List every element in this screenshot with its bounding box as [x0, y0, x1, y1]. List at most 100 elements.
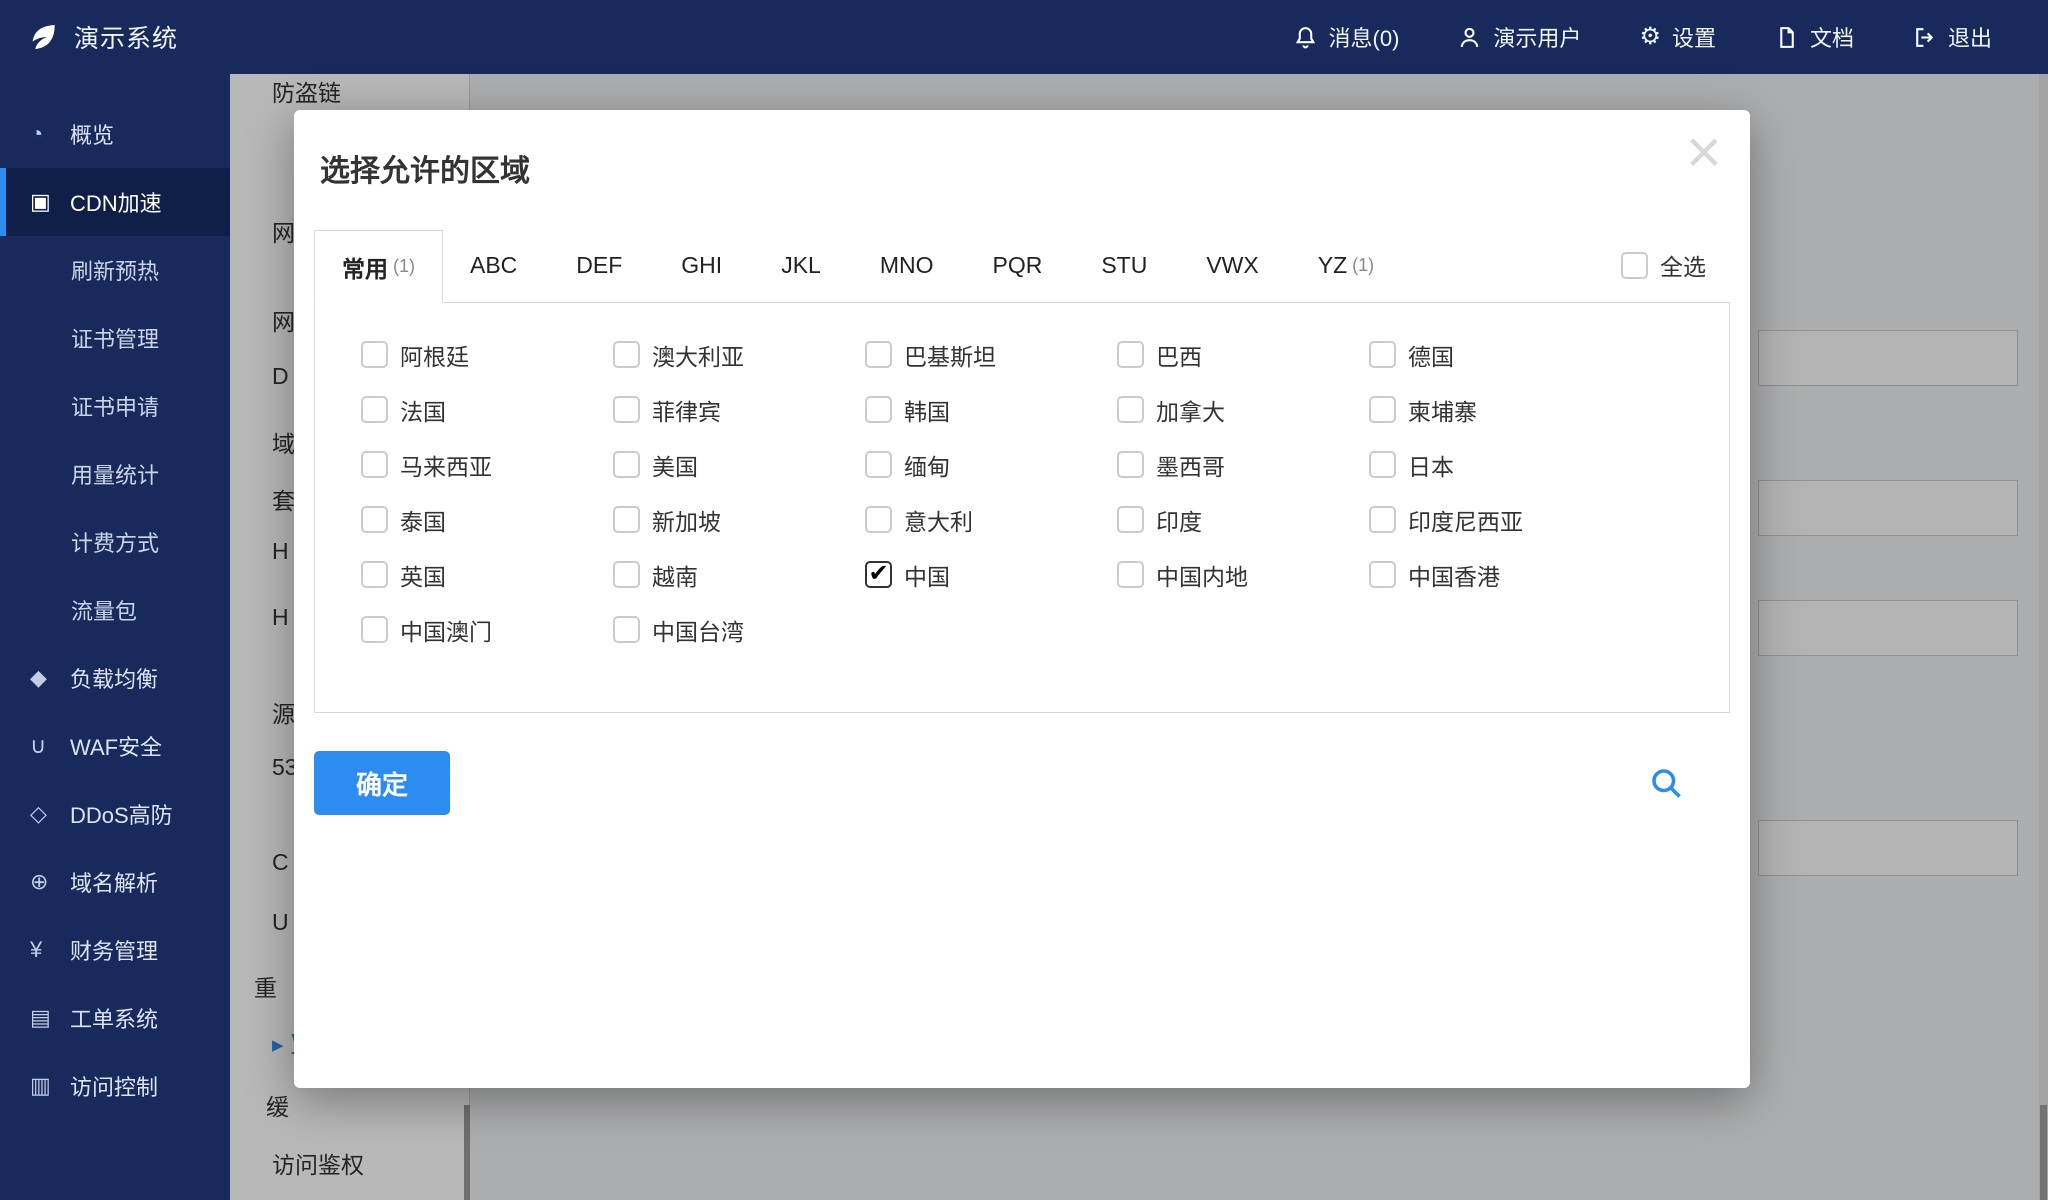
- region-option[interactable]: ✔ 中国台湾: [613, 616, 865, 645]
- checkbox[interactable]: ✔: [865, 506, 892, 533]
- region-option[interactable]: ✔ 澳大利亚: [613, 341, 865, 370]
- sidebar-item[interactable]: ¥ 财务管理: [0, 916, 230, 984]
- region-option[interactable]: ✔ 中国: [865, 561, 1117, 590]
- sidebar-item-icon: ▤: [30, 1005, 51, 1030]
- checkbox[interactable]: ✔: [865, 451, 892, 478]
- region-option[interactable]: ✔ 柬埔寨: [1369, 396, 1621, 425]
- region-option[interactable]: ✔ 越南: [613, 561, 865, 590]
- sidebar-item-label: 计费方式: [71, 531, 160, 556]
- app-brand[interactable]: 演示系统: [0, 19, 178, 55]
- checkbox[interactable]: ✔: [613, 396, 640, 423]
- close-button[interactable]: ×: [1686, 122, 1722, 184]
- checkbox[interactable]: ✔: [1369, 506, 1396, 533]
- sidebar-item[interactable]: 刷新预热: [0, 236, 230, 304]
- tab-label: YZ: [1317, 252, 1348, 278]
- region-option[interactable]: ✔ 菲律宾: [613, 396, 865, 425]
- checkbox[interactable]: ✔: [865, 341, 892, 368]
- checkbox[interactable]: ✔: [1369, 396, 1396, 423]
- region-option[interactable]: ✔ 英国: [361, 561, 613, 590]
- region-option[interactable]: ✔ 中国内地: [1117, 561, 1369, 590]
- region-option[interactable]: ✔ 日本: [1369, 451, 1621, 480]
- region-tab[interactable]: DEF: [549, 229, 654, 302]
- region-tab[interactable]: MNO: [853, 229, 966, 302]
- region-tab[interactable]: JKL: [754, 229, 853, 302]
- sidebar-item[interactable]: ⊕ 域名解析: [0, 848, 230, 916]
- sidebar-item[interactable]: ◇ DDoS高防: [0, 780, 230, 848]
- region-option[interactable]: ✔ 印度尼西亚: [1369, 506, 1621, 535]
- sidebar-item[interactable]: ▥ 访问控制: [0, 1052, 230, 1120]
- messages-button[interactable]: 消息(0): [1293, 21, 1399, 53]
- region-option[interactable]: ✔ 缅甸: [865, 451, 1117, 480]
- region-tab[interactable]: VWX: [1179, 229, 1290, 302]
- region-option[interactable]: ✔ 印度: [1117, 506, 1369, 535]
- checkbox[interactable]: ✔: [1117, 561, 1144, 588]
- region-option[interactable]: ✔ 法国: [361, 396, 613, 425]
- checkbox[interactable]: ✔: [1117, 396, 1144, 423]
- sidebar-item[interactable]: ▤ 工单系统: [0, 984, 230, 1052]
- checkbox[interactable]: ✔: [613, 506, 640, 533]
- checkbox[interactable]: ✔: [361, 506, 388, 533]
- sidebar: ◔ 概览 ▣ CDN加速 刷新预热 证书管理 证书申请 用量统计 计费方式 流量…: [0, 74, 230, 1200]
- sidebar-item[interactable]: 用量统计: [0, 440, 230, 508]
- region-option[interactable]: ✔ 新加坡: [613, 506, 865, 535]
- checkbox[interactable]: ✔: [613, 451, 640, 478]
- sidebar-item[interactable]: 流量包: [0, 576, 230, 644]
- checkbox[interactable]: ✔: [361, 341, 388, 368]
- region-tab[interactable]: GHI: [654, 229, 754, 302]
- sidebar-item-label: 证书管理: [71, 327, 160, 352]
- logout-button[interactable]: 退出: [1912, 21, 1992, 53]
- docs-button[interactable]: 文档: [1774, 21, 1854, 53]
- region-option[interactable]: ✔ 加拿大: [1117, 396, 1369, 425]
- checkbox[interactable]: ✔: [361, 396, 388, 423]
- bell-icon: [1295, 26, 1315, 48]
- sidebar-item[interactable]: ◆ 负载均衡: [0, 644, 230, 712]
- sidebar-item-label: 工单系统: [70, 1007, 159, 1032]
- region-tab[interactable]: PQR: [966, 229, 1075, 302]
- region-tab[interactable]: ABC: [443, 229, 549, 302]
- region-option[interactable]: ✔ 德国: [1369, 341, 1621, 370]
- region-option[interactable]: ✔ 墨西哥: [1117, 451, 1369, 480]
- sidebar-item[interactable]: ∪ WAF安全: [0, 712, 230, 780]
- checkbox[interactable]: ✔: [361, 451, 388, 478]
- region-option[interactable]: ✔ 中国香港: [1369, 561, 1621, 590]
- region-option[interactable]: ✔ 泰国: [361, 506, 613, 535]
- checkbox[interactable]: ✔: [1117, 341, 1144, 368]
- tab-label: GHI: [681, 252, 723, 278]
- confirm-button[interactable]: 确定: [314, 751, 451, 815]
- checkbox[interactable]: ✔: [1369, 451, 1396, 478]
- checkbox[interactable]: ✔: [865, 396, 892, 423]
- region-option[interactable]: ✔ 美国: [613, 451, 865, 480]
- region-tab[interactable]: STU: [1074, 229, 1179, 302]
- region-option[interactable]: ✔ 阿根廷: [361, 341, 613, 370]
- checkbox[interactable]: ✔: [865, 561, 892, 588]
- user-menu[interactable]: 演示用户: [1457, 21, 1581, 53]
- checkbox[interactable]: ✔: [1369, 341, 1396, 368]
- search-button[interactable]: [1648, 765, 1684, 801]
- region-option[interactable]: ✔ 巴西: [1117, 341, 1369, 370]
- region-option[interactable]: ✔ 韩国: [865, 396, 1117, 425]
- settings-button[interactable]: ⚙ 设置: [1639, 21, 1716, 53]
- region-tab[interactable]: 常用 (1): [314, 230, 443, 303]
- region-option[interactable]: ✔ 马来西亚: [361, 451, 613, 480]
- checkbox[interactable]: ✔: [1369, 561, 1396, 588]
- region-tab[interactable]: YZ (1): [1291, 229, 1401, 302]
- region-option[interactable]: ✔ 中国澳门: [361, 616, 613, 645]
- sidebar-item-label: 负载均衡: [70, 667, 159, 692]
- region-option[interactable]: ✔ 意大利: [865, 506, 1117, 535]
- sidebar-item[interactable]: ▣ CDN加速: [0, 168, 230, 236]
- sidebar-item[interactable]: 证书管理: [0, 304, 230, 372]
- sidebar-item[interactable]: 证书申请: [0, 372, 230, 440]
- checkbox[interactable]: ✔: [1117, 506, 1144, 533]
- checkbox[interactable]: ✔: [361, 561, 388, 588]
- region-option[interactable]: ✔ 巴基斯坦: [865, 341, 1117, 370]
- checkbox[interactable]: ✔: [613, 561, 640, 588]
- checkbox[interactable]: ✔: [1117, 451, 1144, 478]
- checkbox[interactable]: ✔: [361, 616, 388, 643]
- checkbox[interactable]: ✔: [613, 616, 640, 643]
- sidebar-item[interactable]: ◔ 概览: [0, 100, 230, 168]
- region-tabs: 常用 (1) ABC DEF GHI JKL MNO PQR STU VWX YZ…: [314, 228, 1401, 303]
- checkbox[interactable]: ✔: [613, 341, 640, 368]
- sidebar-item[interactable]: 计费方式: [0, 508, 230, 576]
- region-label: 英国: [400, 563, 446, 590]
- select-all-checkbox[interactable]: 全选: [1621, 248, 1706, 282]
